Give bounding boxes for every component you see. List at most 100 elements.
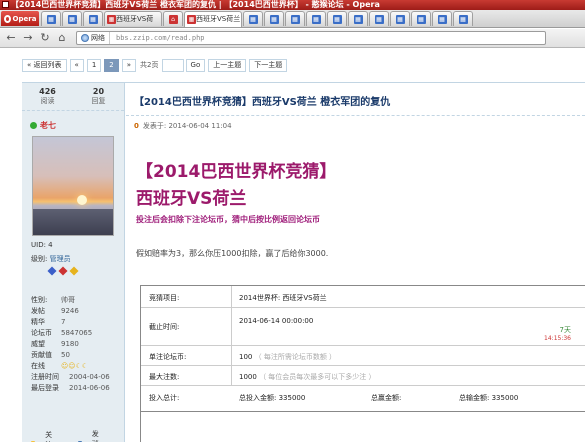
browser-tab[interactable]: ▦ bbox=[348, 11, 368, 26]
follow-button[interactable]: 关注Ta bbox=[31, 429, 68, 442]
countdown-timer: 14:15:36 bbox=[544, 335, 571, 342]
window-title-bar: 【2014巴西世界杯竞猜】西班牙VS荷兰 橙衣军团的复仇 | 【2014巴西世界… bbox=[0, 0, 585, 10]
user-group: 级别: 管理员 bbox=[31, 255, 71, 263]
avatar-sun bbox=[77, 195, 87, 205]
author-sidebar: 426 阅读 20 回复 老七 UID: 4 级别: 管理员 性别: 帅哥 发帖 9… bbox=[22, 83, 125, 442]
post-main: 【2014巴西世界杯竞猜】西班牙VS荷兰 橙衣军团的复仇 0 发表于: 2014… bbox=[126, 83, 585, 442]
forum-icon: ▦ bbox=[437, 14, 447, 24]
next-thread-button[interactable]: 下一主题 bbox=[249, 58, 288, 72]
blue-gem-icon bbox=[47, 266, 57, 276]
guess-table: 竞猜项目: 2014世界杯: 西班牙VS荷兰 截止时间: 2014-06-14 … bbox=[140, 285, 585, 442]
odds-example-text: 假如赔率为3，那么你压1000扣除，赢了后给你3000. bbox=[136, 249, 329, 258]
browser-tab[interactable]: ▦ bbox=[243, 11, 263, 26]
page-1-link[interactable]: 1 bbox=[86, 58, 102, 72]
opera-logo-icon bbox=[3, 14, 11, 23]
browser-tab[interactable]: ▦ bbox=[369, 11, 389, 26]
forum-icon: ▦ bbox=[311, 14, 321, 24]
forum-icon: ▦ bbox=[88, 14, 98, 24]
headline-event: 【2014巴西世界杯竞猜】 bbox=[136, 162, 337, 182]
next-page-button[interactable]: » bbox=[121, 58, 137, 72]
red-gem-icon bbox=[58, 266, 68, 276]
back-arrow-icon[interactable]: ← bbox=[4, 31, 18, 45]
opera-menu-button[interactable]: Opera bbox=[1, 11, 39, 26]
forum-icon: ▦ bbox=[332, 14, 342, 24]
thread-stats: 426 阅读 20 回复 bbox=[22, 83, 124, 111]
author-field: 威望 9180 bbox=[31, 340, 79, 348]
forum-icon: ▦ bbox=[416, 14, 426, 24]
author-field: 精华 7 bbox=[31, 318, 66, 326]
table-row-totals: 投入总计: 总投入金额: 335000 总赢金额: 总输金额: 335000 bbox=[141, 386, 585, 412]
forum-icon: ▦ bbox=[67, 14, 77, 24]
author-name[interactable]: 老七 bbox=[30, 120, 56, 131]
back-to-list-button[interactable]: « 返回列表 bbox=[22, 58, 67, 72]
browser-tab[interactable]: ▦ bbox=[62, 11, 82, 26]
browser-tab[interactable]: ▦ 西班牙VS荷 bbox=[104, 11, 162, 26]
thread-title: 【2014巴西世界杯竞猜】西班牙VS荷兰 橙衣军团的复仇 bbox=[134, 97, 391, 108]
author-field: 在线 ☺☺☾☾ bbox=[31, 362, 89, 370]
avatar[interactable] bbox=[32, 136, 114, 236]
table-row: 最大注数: 1000 （ 每位会员每次最多可以下多少注 ） bbox=[141, 366, 585, 386]
page-jump-input[interactable] bbox=[161, 58, 184, 72]
author-field: 论坛币 5847065 bbox=[31, 329, 93, 337]
total-invested: 总投入金额: 335000 bbox=[239, 394, 306, 402]
prev-thread-button[interactable]: 上一主题 bbox=[208, 58, 247, 72]
browser-tab[interactable]: ▦ bbox=[264, 11, 284, 26]
avatar-shore bbox=[33, 209, 113, 235]
url-text[interactable]: bbs.zzip.com/read.php bbox=[110, 34, 205, 42]
table-row: 竞猜项目: 2014世界杯: 西班牙VS荷兰 bbox=[141, 286, 585, 308]
security-indicator[interactable]: 网络 bbox=[77, 32, 110, 44]
reload-icon[interactable]: ↻ bbox=[38, 31, 52, 45]
forum-icon: ▦ bbox=[458, 14, 468, 24]
prev-page-button[interactable]: « bbox=[69, 58, 84, 72]
gold-gem-icon bbox=[69, 266, 79, 276]
address-bar[interactable]: 网络 bbs.zzip.com/read.php bbox=[76, 31, 546, 45]
headline-match: 西班牙VS荷兰 bbox=[136, 189, 247, 209]
author-field: 贡献值 50 bbox=[31, 351, 70, 359]
floor-number: 0 bbox=[134, 122, 139, 130]
forum-icon: ▦ bbox=[269, 14, 279, 24]
online-level-icons: ☺☺☾☾ bbox=[61, 362, 89, 370]
author-details: 性别: 帅哥 发帖 9246 精华 7 论坛币 5847065 威望 9180 贡献值 50… bbox=[31, 295, 121, 394]
page-total: 共2页 bbox=[140, 61, 159, 69]
table-row: 单注论坛币: 100 （ 每注所需论坛币数额 ） bbox=[141, 346, 585, 366]
medals bbox=[47, 266, 81, 276]
browser-tab[interactable]: ▦ bbox=[41, 11, 61, 26]
browser-tab[interactable]: ▦ bbox=[83, 11, 103, 26]
table-row: 截止时间: 2014-06-14 00:00:00 7天 14:15:36 bbox=[141, 308, 585, 346]
post-meta: 0 发表于: 2014-06-04 11:04 bbox=[134, 121, 232, 131]
replies-stat: 20 回复 bbox=[91, 87, 106, 105]
forum-icon: ▦ bbox=[395, 14, 405, 24]
home-icon[interactable]: ⌂ bbox=[55, 31, 69, 45]
days-remaining: 7天 bbox=[559, 326, 571, 334]
globe-icon bbox=[81, 34, 89, 42]
forum-icon: ▦ bbox=[107, 14, 116, 24]
author-actions: 关注Ta 发消息 bbox=[31, 429, 124, 442]
total-won: 总赢金额: bbox=[371, 394, 402, 402]
window-title: 【2014巴西世界杯竞猜】西班牙VS荷兰 橙衣军团的复仇 | 【2014巴西世界… bbox=[11, 0, 380, 9]
browser-tab-active[interactable]: ▦ 西班牙VS荷兰 bbox=[184, 10, 242, 27]
betting-rule-text: 投注后会扣除下注论坛币，猜中后按比例返回论坛币 bbox=[136, 215, 320, 224]
browser-tab[interactable]: ▦ bbox=[306, 11, 326, 26]
browser-tab[interactable]: ▦ bbox=[411, 11, 431, 26]
post-time: 发表于: 2014-06-04 11:04 bbox=[142, 122, 232, 130]
author-field: 发帖 9246 bbox=[31, 307, 79, 315]
page-2-current[interactable]: 2 bbox=[104, 58, 119, 72]
browser-tab[interactable]: ▦ bbox=[327, 11, 347, 26]
message-button[interactable]: 发消息 bbox=[77, 429, 114, 442]
browser-tab[interactable]: ▦ bbox=[390, 11, 410, 26]
forum-icon: ▦ bbox=[374, 14, 384, 24]
forum-icon: ▦ bbox=[353, 14, 363, 24]
browser-tab[interactable]: ▦ bbox=[285, 11, 305, 26]
online-status-icon bbox=[30, 122, 37, 129]
browser-tab[interactable]: ▦ bbox=[432, 11, 452, 26]
forward-arrow-icon[interactable]: → bbox=[21, 31, 35, 45]
go-button[interactable]: Go bbox=[185, 58, 206, 72]
browser-tab[interactable]: ⌂ bbox=[163, 11, 183, 26]
forum-icon: ▦ bbox=[187, 14, 196, 24]
forum-icon: ▦ bbox=[46, 14, 56, 24]
home-icon: ⌂ bbox=[168, 14, 178, 24]
forum-icon: ▦ bbox=[290, 14, 300, 24]
browser-tab[interactable]: ▦ bbox=[453, 11, 473, 26]
user-id: UID: 4 bbox=[31, 241, 53, 249]
total-lost: 总输金额: 335000 bbox=[459, 394, 519, 402]
